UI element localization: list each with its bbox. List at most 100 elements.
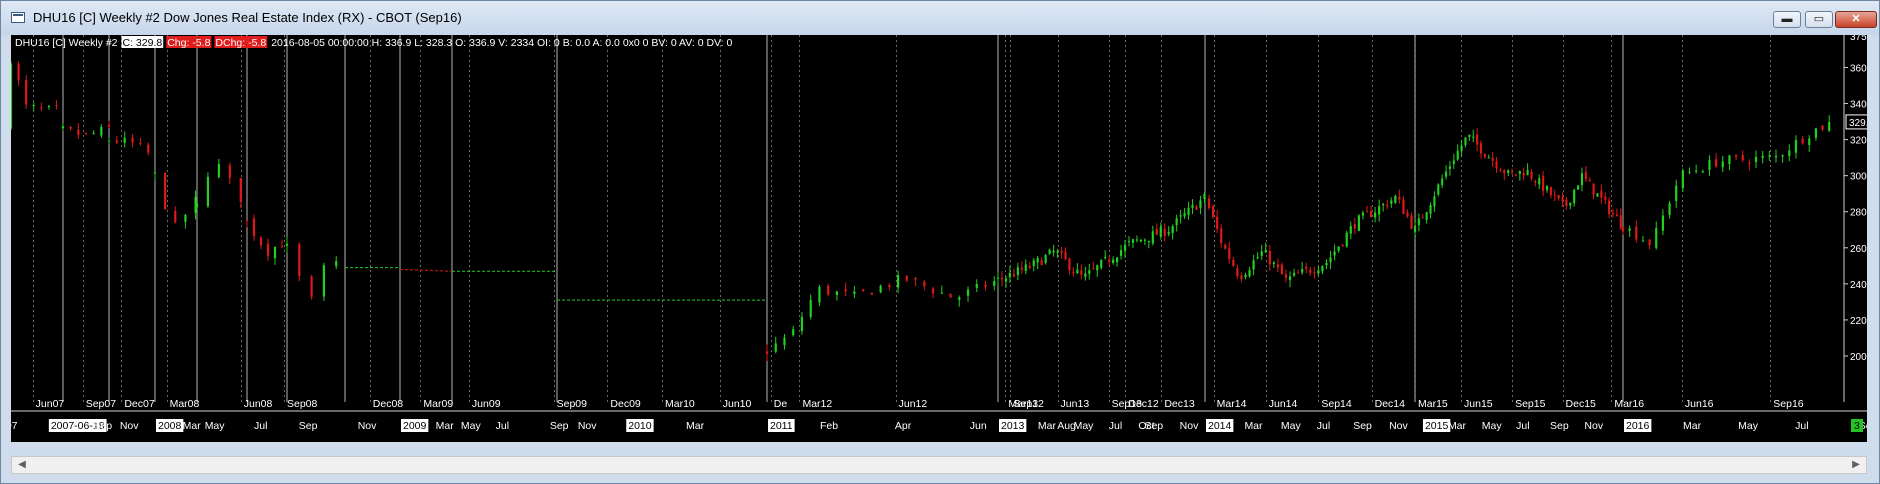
candle-body xyxy=(153,172,157,174)
window-title: DHU16 [C] Weekly #2 Dow Jones Real Estat… xyxy=(33,10,462,25)
last-price-label: 329.8 xyxy=(1849,118,1867,129)
candle-body xyxy=(1534,180,1537,183)
candle-body xyxy=(1487,157,1490,159)
x-label-lower: Nov xyxy=(120,420,139,432)
candle-body xyxy=(1080,270,1083,275)
x-label-upper: Mar12 xyxy=(802,398,832,410)
x-label-lower: Mar xyxy=(1244,420,1263,432)
candle-body xyxy=(993,281,996,286)
chart-window: DHU16 [C] Weekly #2 Dow Jones Real Estat… xyxy=(0,0,1880,484)
candle-body xyxy=(1452,160,1455,164)
x-label-upper: Dec15 xyxy=(1566,398,1597,410)
candle-body xyxy=(1207,198,1211,209)
candle-body xyxy=(1522,173,1525,176)
candle-body xyxy=(1491,157,1494,161)
candle-body xyxy=(335,261,338,267)
candle-body xyxy=(1433,196,1436,207)
y-tick-label: 340.0 xyxy=(1850,100,1867,111)
candle-body xyxy=(1052,250,1055,253)
x-label-lower: Jul xyxy=(254,420,267,432)
candle-body xyxy=(853,291,856,294)
x-label-upper: Jun07 xyxy=(36,398,65,410)
candle-body xyxy=(1801,138,1804,144)
candle-body xyxy=(1284,274,1288,278)
info-bar-item: DHU16 [C] Weekly #2 xyxy=(15,37,118,49)
info-bar-item: 2016-08-05 00:00:00 H: 336.9 L: 328.3 O:… xyxy=(271,37,732,49)
maximize-button[interactable]: ▭ xyxy=(1805,11,1833,28)
candle-body xyxy=(1721,161,1724,168)
candle-body xyxy=(1280,264,1284,275)
candle-body xyxy=(949,293,952,298)
x-label-year: 2015 xyxy=(1425,420,1449,432)
x-label-lower: Mar xyxy=(1683,420,1702,432)
x-label-upper: Mar15 xyxy=(1418,398,1448,410)
y-tick-label: 240.0 xyxy=(1850,280,1867,291)
x-label-lower: May xyxy=(205,420,226,432)
candle-body xyxy=(1573,189,1576,204)
candle-body xyxy=(870,293,873,295)
candle-body xyxy=(1635,226,1638,240)
candle-body xyxy=(975,284,978,288)
candle-body xyxy=(1510,171,1514,173)
candle-body xyxy=(1369,211,1373,217)
candle-body xyxy=(1321,265,1324,272)
candle-body xyxy=(1655,228,1658,248)
candle-body xyxy=(1468,134,1471,138)
horizontal-scrollbar[interactable]: ◀ ▶ xyxy=(11,456,1867,474)
candle-body xyxy=(280,246,284,248)
x-label-lower: Jul xyxy=(1516,420,1529,432)
x-label-lower: Jul xyxy=(1317,420,1330,432)
scroll-right-icon[interactable]: ▶ xyxy=(1848,458,1864,472)
candle-body xyxy=(1116,257,1119,263)
candle-body xyxy=(1135,239,1139,241)
candle-body xyxy=(897,275,900,288)
candle-body xyxy=(1476,134,1479,145)
candle-body xyxy=(1596,193,1599,197)
candle-body xyxy=(1155,229,1158,235)
x-label-lower: Mar xyxy=(436,420,455,432)
candle-body xyxy=(1425,212,1428,220)
candle-body xyxy=(1621,227,1625,232)
x-label-upper: Sep09 xyxy=(557,398,588,410)
x-label-year: 2013 xyxy=(1001,420,1025,432)
title-bar[interactable]: DHU16 [C] Weekly #2 Dow Jones Real Estat… xyxy=(1,1,1879,35)
x-label-year: 2014 xyxy=(1208,420,1232,432)
candle-body xyxy=(1472,136,1475,138)
candle-body xyxy=(1127,241,1131,243)
candle-body xyxy=(1337,246,1340,251)
candle-body xyxy=(1390,200,1393,204)
scroll-left-icon[interactable]: ◀ xyxy=(14,458,30,472)
candle-body xyxy=(996,277,1000,279)
y-tick-label: 280.0 xyxy=(1850,208,1867,219)
candle-body xyxy=(164,172,167,210)
candle-body xyxy=(1131,239,1135,243)
candle-body xyxy=(1514,174,1518,176)
minimize-button[interactable]: ▬ xyxy=(1773,11,1801,28)
x-label-lower: Sep xyxy=(1144,420,1163,432)
candle-body xyxy=(1794,140,1798,153)
candle-body xyxy=(1329,257,1332,263)
x-label-upper: Jun09 xyxy=(472,398,501,410)
x-label-upper: Dec14 xyxy=(1375,398,1406,410)
candle-body xyxy=(1441,178,1444,186)
candle-body xyxy=(818,287,821,303)
candle-body xyxy=(1681,170,1684,189)
x-label-upper: Mar13 xyxy=(1008,398,1038,410)
candle-body xyxy=(1260,251,1263,256)
candle-body xyxy=(1341,244,1344,246)
candle-body xyxy=(1668,203,1671,216)
x-label-upper: Sep13 xyxy=(1112,398,1143,410)
chart-plot-area[interactable]: DHU16 [C] Weekly #2 C: 329.8 Chg: -5.8 DChg… xyxy=(11,35,1867,442)
candle-body xyxy=(984,284,987,288)
price-chart[interactable]: DHU16 [C] Weekly #2 C: 329.8 Chg: -5.8 DChg… xyxy=(11,35,1867,442)
candle-body xyxy=(1064,251,1067,260)
candle-body xyxy=(1648,239,1651,246)
candle-body xyxy=(1179,215,1182,217)
candle-body xyxy=(1394,195,1397,203)
x-label-upper: Sep08 xyxy=(287,398,318,410)
x-label-lower: May xyxy=(1482,420,1503,432)
x-label-upper: Jun14 xyxy=(1269,398,1298,410)
info-bar-item: C: 329.8 xyxy=(123,37,163,49)
close-button[interactable]: ✕ xyxy=(1835,11,1877,28)
candle-body xyxy=(1297,272,1300,274)
